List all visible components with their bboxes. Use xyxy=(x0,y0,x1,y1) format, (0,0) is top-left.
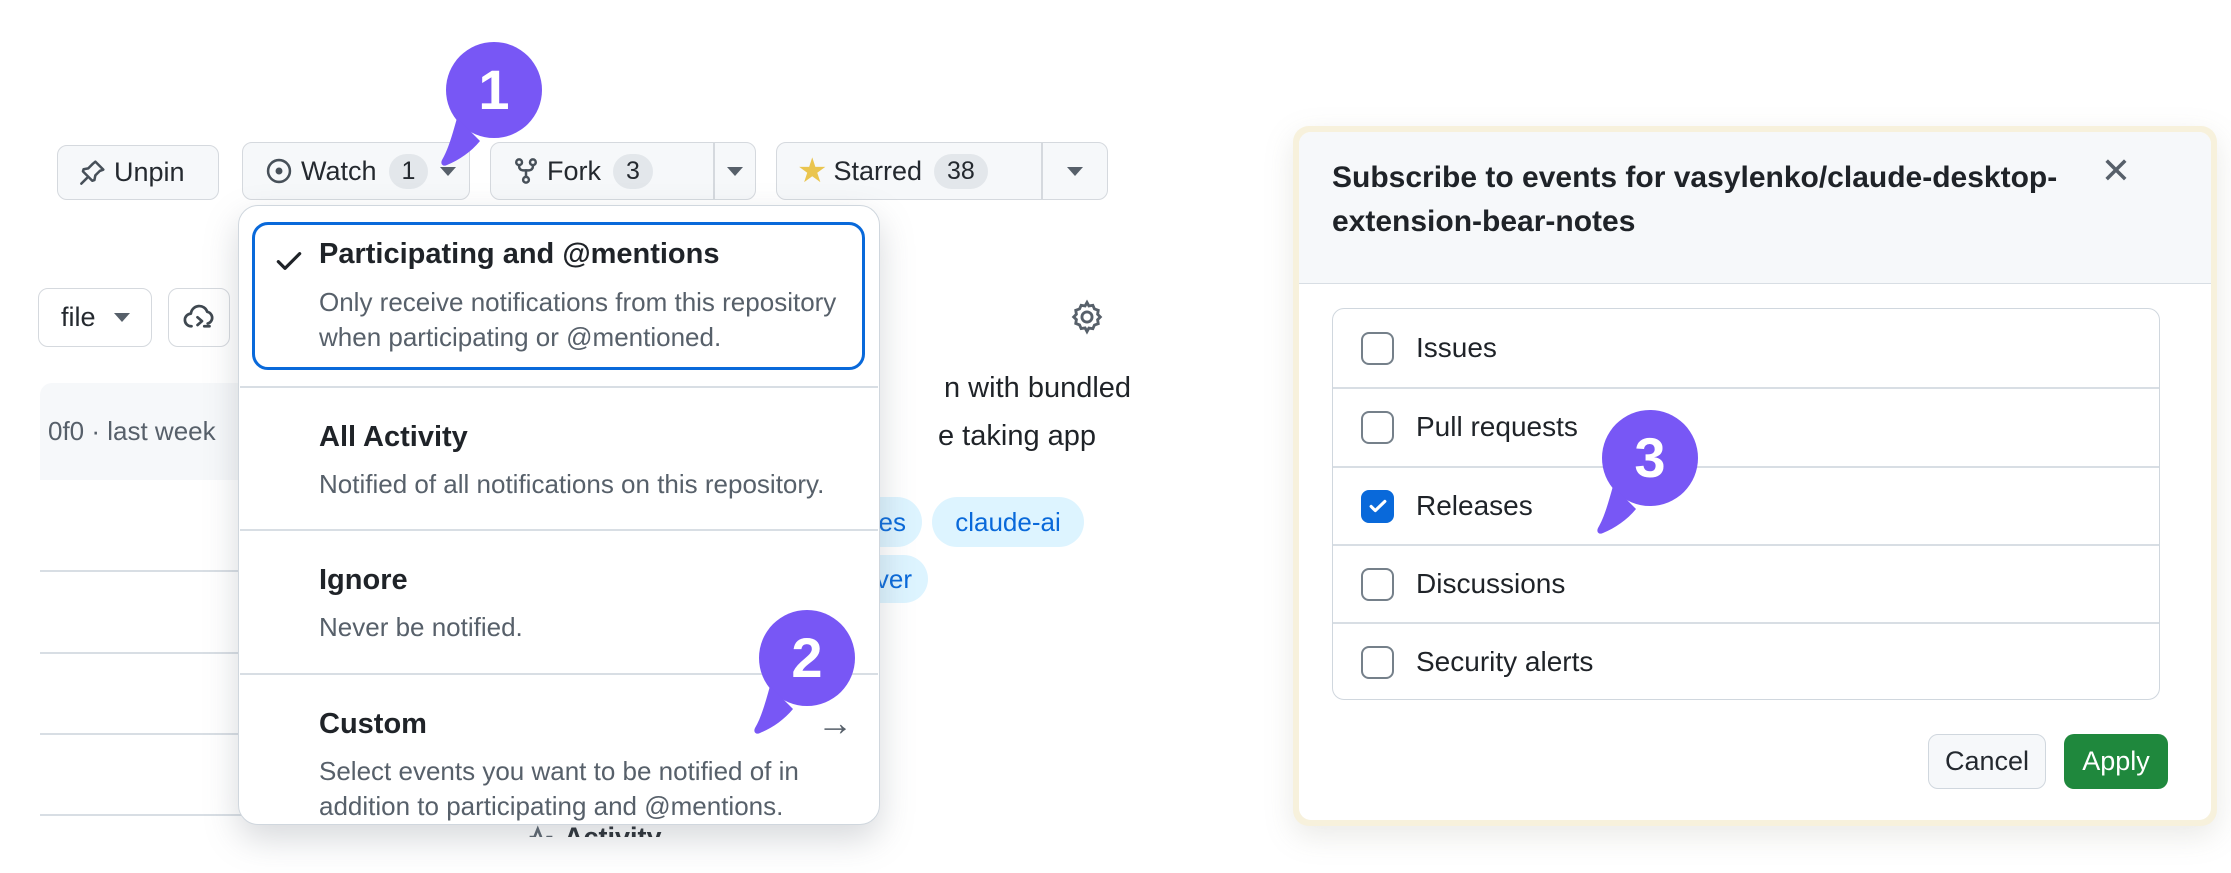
close-icon[interactable]: ✕ xyxy=(2101,150,2131,192)
cloud-arrow-icon xyxy=(181,300,217,336)
starred-count: 38 xyxy=(934,154,988,189)
commit-meta-text: 0f0 · last week xyxy=(48,416,216,447)
option-row-issues[interactable]: Issues xyxy=(1333,309,2159,387)
option-label: Security alerts xyxy=(1416,646,1593,678)
subscribe-modal: Subscribe to events for vasylenko/claude… xyxy=(1299,132,2211,820)
checkbox[interactable] xyxy=(1361,490,1394,523)
pulse-icon xyxy=(528,824,554,837)
menu-item-title: All Activity xyxy=(319,421,468,454)
unpin-button[interactable]: Unpin xyxy=(57,145,219,200)
menu-item-description: Never be notified. xyxy=(319,610,523,645)
fork-dropdown-button[interactable] xyxy=(715,167,756,176)
check-icon xyxy=(273,245,305,277)
topic-tag-label: es xyxy=(879,507,906,538)
starred-dropdown-button[interactable] xyxy=(1043,167,1108,176)
menu-item-description: Select events you want to be notified of… xyxy=(319,754,879,824)
topic-tag-label: ver xyxy=(876,564,912,595)
menu-divider xyxy=(240,529,878,531)
fork-count: 3 xyxy=(613,154,653,189)
cloud-sync-button[interactable] xyxy=(168,288,230,347)
check-icon xyxy=(1367,495,1389,517)
modal-title: Subscribe to events for vasylenko/claude… xyxy=(1332,156,2132,244)
menu-item-description: Only receive notifications from this rep… xyxy=(319,285,871,355)
chevron-down-icon xyxy=(727,167,743,176)
annotation-badge-2: 2 xyxy=(753,608,857,736)
activity-label: Activity xyxy=(564,824,662,837)
annotation-badge-3: 3 xyxy=(1596,408,1700,536)
option-row-pull-requests[interactable]: Pull requests xyxy=(1333,388,2159,466)
gear-icon[interactable] xyxy=(1068,298,1106,336)
apply-button[interactable]: Apply xyxy=(2064,734,2168,789)
option-label: Issues xyxy=(1416,332,1497,364)
subscribe-modal-frame: Subscribe to events for vasylenko/claude… xyxy=(1293,126,2217,826)
topic-tag-claude-ai[interactable]: claude-ai xyxy=(932,497,1084,547)
checkbox[interactable] xyxy=(1361,646,1394,679)
annotation-badge-1: 1 xyxy=(440,40,544,168)
eye-icon xyxy=(263,155,295,187)
option-row-security-alerts[interactable]: Security alerts xyxy=(1333,623,2159,701)
modal-header: Subscribe to events for vasylenko/claude… xyxy=(1299,132,2211,284)
file-button[interactable]: file xyxy=(38,288,152,347)
menu-item-participating[interactable]: Participating and @mentions Only receive… xyxy=(252,222,865,370)
badge-number: 1 xyxy=(478,58,509,121)
checkbox[interactable] xyxy=(1361,568,1394,601)
menu-item-title: Participating and @mentions xyxy=(319,238,720,271)
pin-slash-icon xyxy=(76,157,108,189)
apply-label: Apply xyxy=(2082,746,2150,777)
starred-button[interactable]: ★ Starred 38 xyxy=(777,154,1041,189)
menu-item-title: Ignore xyxy=(319,564,408,597)
menu-item-description: Notified of all notifications on this re… xyxy=(319,467,889,502)
checkbox[interactable] xyxy=(1361,332,1394,365)
option-row-discussions[interactable]: Discussions xyxy=(1333,545,2159,623)
about-description-line2: e taking app xyxy=(938,420,1096,453)
starred-label: Starred xyxy=(833,156,922,187)
topic-tag-label: claude-ai xyxy=(955,507,1061,538)
option-label: Releases xyxy=(1416,490,1533,522)
option-row-releases[interactable]: Releases xyxy=(1333,467,2159,545)
menu-item-title: Custom xyxy=(319,708,427,741)
cancel-button[interactable]: Cancel xyxy=(1928,734,2046,789)
cancel-label: Cancel xyxy=(1945,746,2029,777)
event-options-list: Issues Pull requests Relea xyxy=(1332,308,2160,700)
menu-divider xyxy=(240,386,878,388)
star-button-group: ★ Starred 38 xyxy=(776,142,1108,200)
watch-button[interactable]: Watch 1 xyxy=(242,142,470,200)
watch-label: Watch xyxy=(301,156,377,187)
github-repo-page: file 0f0 · last week Activity n with bun… xyxy=(0,0,2231,873)
badge-number: 2 xyxy=(791,626,822,689)
unpin-label: Unpin xyxy=(114,157,185,188)
about-description-line1: n with bundled xyxy=(944,372,1131,405)
fork-label: Fork xyxy=(547,156,601,187)
option-label: Pull requests xyxy=(1416,411,1578,443)
watch-count: 1 xyxy=(389,154,429,189)
option-label: Discussions xyxy=(1416,568,1565,600)
badge-number: 3 xyxy=(1634,426,1665,489)
activity-link-partial[interactable]: Activity xyxy=(528,824,728,837)
file-button-label: file xyxy=(61,302,96,333)
checkbox[interactable] xyxy=(1361,411,1394,444)
chevron-down-icon xyxy=(114,313,130,322)
star-icon: ★ xyxy=(797,156,827,186)
chevron-down-icon xyxy=(1067,167,1083,176)
